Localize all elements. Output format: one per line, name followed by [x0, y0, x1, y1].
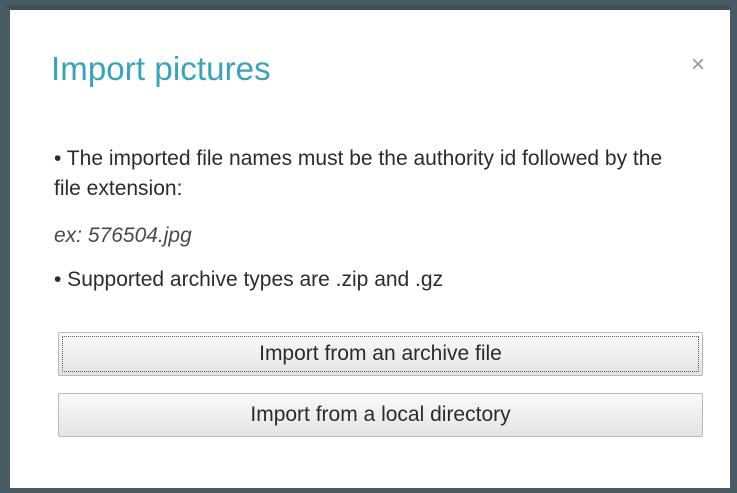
close-icon[interactable]: ×: [687, 53, 709, 77]
import-archive-button-label: Import from an archive file: [259, 342, 502, 365]
import-directory-button-label: Import from a local directory: [250, 403, 511, 426]
archive-types-text: • Supported archive types are .zip and .…: [54, 268, 444, 291]
import-pictures-dialog: Import pictures × • The imported file na…: [4, 5, 730, 488]
import-directory-button[interactable]: Import from a local directory: [58, 393, 703, 437]
dialog-title: Import pictures: [51, 50, 271, 87]
import-archive-button[interactable]: Import from an archive file: [58, 332, 703, 376]
example-filename: ex: 576504.jpg: [54, 224, 192, 247]
filename-rule-text: • The imported file names must be the au…: [54, 147, 663, 200]
